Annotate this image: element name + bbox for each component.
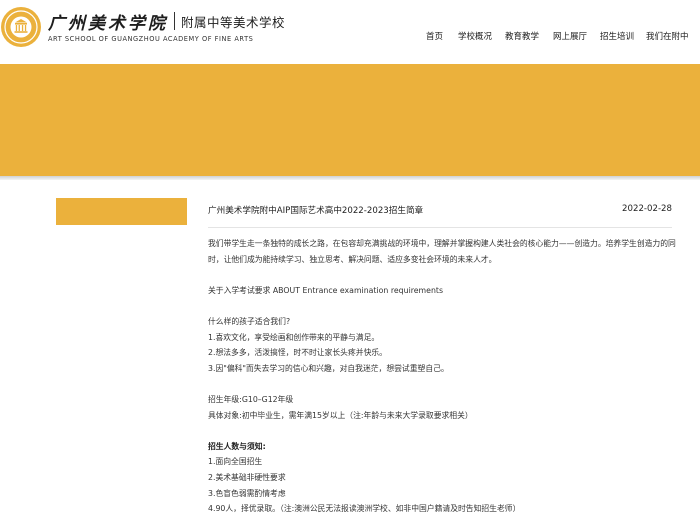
logo-divider [174,12,175,30]
quota-heading: 招生人数与须知: [208,441,266,451]
article-divider [208,227,672,228]
quota-item-2: 2.美术基础非硬性要求 [208,472,286,482]
nav-online-gallery[interactable]: 网上展厅 [553,30,587,42]
target-info: 具体对象:初中毕业生，需年满15岁以上（注:年龄与未来大学录取要求相关） [208,410,473,420]
hero-banner [0,64,700,176]
requirements-heading: 关于入学考试要求 ABOUT Entrance examination requ… [208,285,444,295]
grade-info: 招生年级:G10–G12年级 [208,394,294,404]
logo-calligraphy: 广州美术学院 [48,13,168,34]
logo-english-name: ART SCHOOL OF GUANGZHOU ACADEMY OF FINE … [48,35,254,43]
fit-item-1: 1.喜欢文化，享受绘画和创作带来的平静与满足。 [208,332,380,342]
school-seal-logo[interactable] [0,6,42,48]
nav-home[interactable]: 首页 [426,30,443,42]
sidebar-category-block[interactable] [56,198,187,225]
intro-line-1: 我们带学生走一条独特的成长之路，在包容却充满挑战的环境中，理解并掌握构建人类社会… [208,239,676,248]
logo-text-block[interactable]: 广州美术学院 附属中等美术学校 ART SCHOOL OF GUANGZHOU … [48,10,285,43]
site-header: 广州美术学院 附属中等美术学校 ART SCHOOL OF GUANGZHOU … [0,0,700,64]
banner-shadow [0,176,700,180]
fit-question: 什么样的孩子适合我们? [208,316,291,326]
quota-item-1: 1.面向全国招生 [208,457,263,467]
article-header: 广州美术学院附中AIP国际艺术高中2022-2023招生简章 2022-02-2… [208,204,672,222]
article-title: 广州美术学院附中AIP国际艺术高中2022-2023招生简章 [208,206,424,216]
nav-education[interactable]: 教育教学 [505,30,539,42]
nav-our-school[interactable]: 我们在附中 [646,30,689,42]
fit-item-3: 3.因"偏科"而失去学习的信心和兴趣，对自我迷茫，想尝试重塑自己。 [208,363,449,373]
quota-item-4: 4.90人，择优录取。（注:澳洲公民无法报读澳洲学校、如非中国户籍请及时告知招生… [208,504,521,513]
article-body: 我们带学生走一条独特的成长之路，在包容却充满挑战的环境中，理解并掌握构建人类社会… [208,236,676,513]
intro-line-2: 时，让他们成为能持续学习、独立思考、解决问题、适应多变社会环境的未来人才。 [208,254,497,264]
article-date: 2022-02-28 [622,204,672,214]
nav-admissions[interactable]: 招生培训 [600,30,634,42]
nav-about[interactable]: 学校概况 [458,30,492,42]
quota-item-3: 3.色盲色弱需酌情考虑 [208,488,286,498]
fit-item-2: 2.想法多多，活泼搞怪，时不时让家长头疼并快乐。 [208,348,387,358]
logo-subtitle: 附属中等美术学校 [181,14,286,30]
